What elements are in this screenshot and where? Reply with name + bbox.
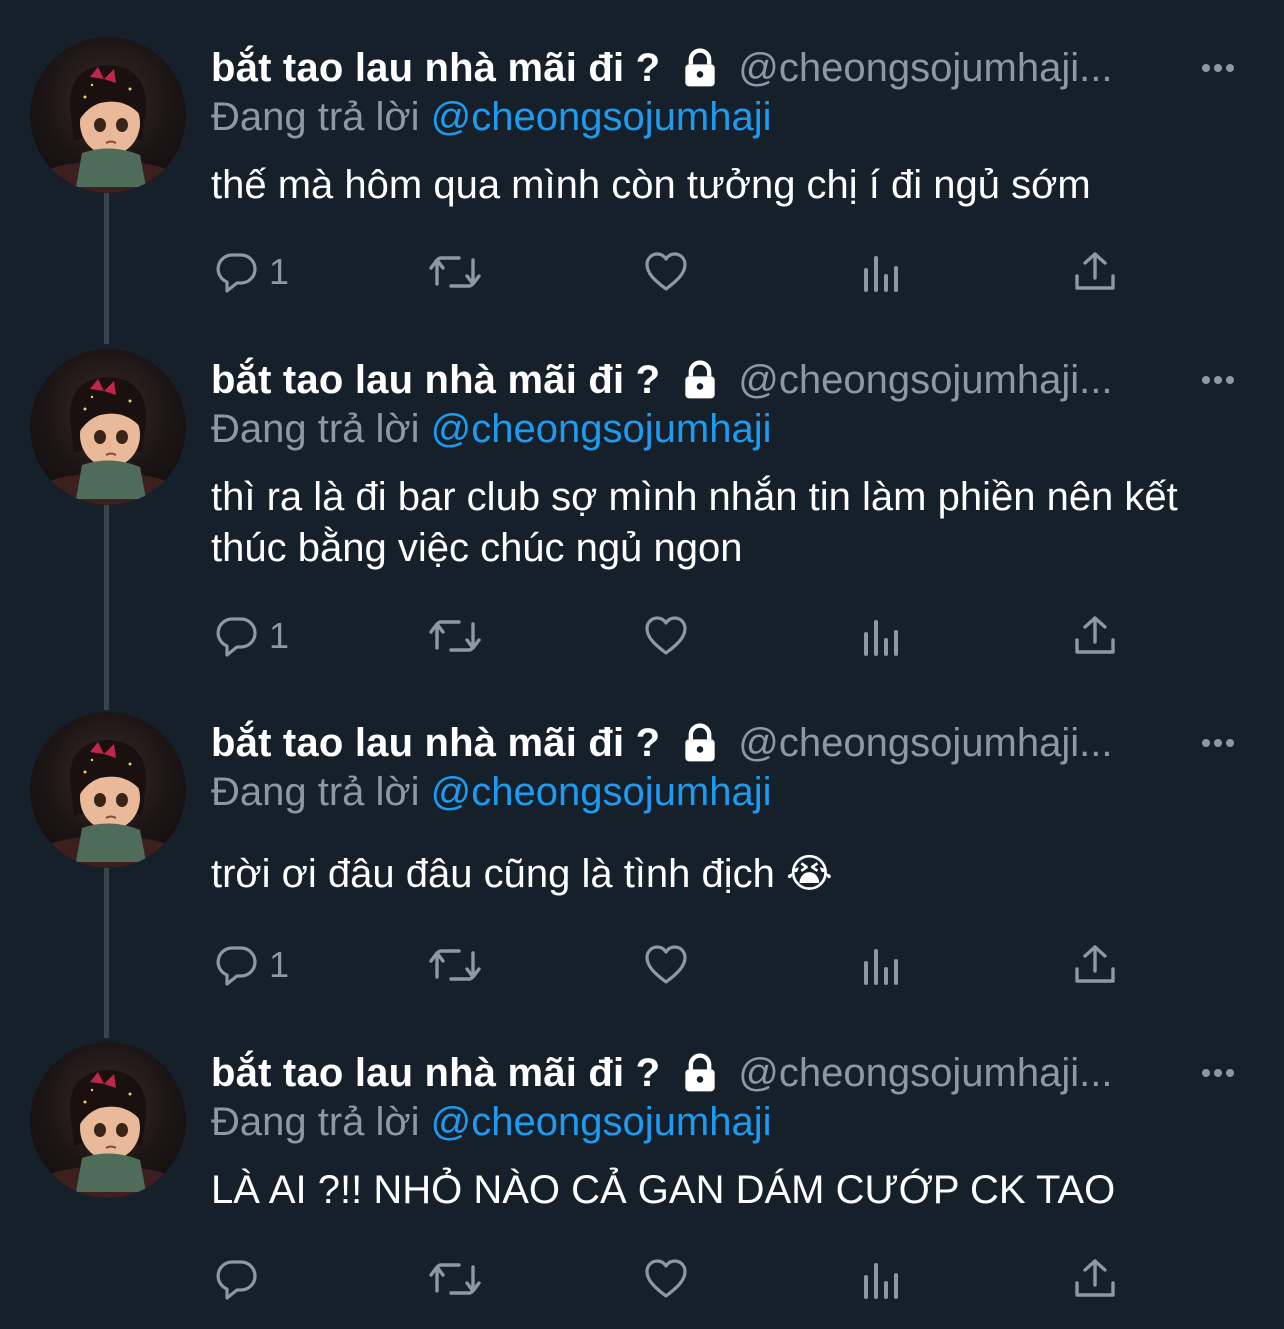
more-dots-icon[interactable] bbox=[1198, 48, 1238, 88]
share-button[interactable] bbox=[1071, 937, 1119, 993]
tweet-text: trời ơi đâu đâu cũng là tình địch 😭 bbox=[211, 852, 833, 896]
reply-count: 1 bbox=[269, 615, 290, 656]
replying-prefix: Đang trả lời bbox=[211, 1100, 420, 1144]
mention-link[interactable]: @cheongsojumhaji bbox=[431, 95, 772, 139]
share-button[interactable] bbox=[1071, 1251, 1119, 1307]
heart-icon bbox=[645, 1259, 687, 1298]
tweet[interactable]: bắt tao lau nhà mãi đi ? @cheongsojumhaj… bbox=[0, 0, 1284, 330]
replying-to: Đang trả lời @cheongsojumhaji bbox=[211, 770, 771, 815]
retweet-icon bbox=[429, 256, 481, 288]
display-name[interactable]: bắt tao lau nhà mãi đi ? bbox=[211, 46, 660, 91]
lock-icon bbox=[685, 1053, 715, 1092]
replying-prefix: Đang trả lời bbox=[211, 770, 420, 814]
share-button[interactable] bbox=[1071, 608, 1119, 664]
bar-chart-icon bbox=[864, 620, 898, 656]
action-bar bbox=[0, 1251, 1284, 1307]
share-upload-icon bbox=[1075, 1259, 1115, 1297]
tweet[interactable]: bắt tao lau nhà mãi đi ? @cheongsojumhaj… bbox=[0, 312, 1284, 692]
heart-icon bbox=[645, 252, 687, 291]
reply-button[interactable] bbox=[213, 1251, 269, 1307]
more-dots-icon[interactable] bbox=[1198, 1053, 1238, 1093]
replying-to: Đang trả lời @cheongsojumhaji bbox=[211, 407, 771, 452]
bar-chart-icon bbox=[864, 949, 898, 985]
user-handle[interactable]: @cheongsojumhaji... bbox=[738, 721, 1112, 766]
avatar-image bbox=[38, 740, 178, 868]
tweet-header: bắt tao lau nhà mãi đi ? @cheongsojumhaj… bbox=[211, 352, 1264, 408]
replying-to: Đang trả lời @cheongsojumhaji bbox=[211, 1100, 771, 1145]
lock-icon bbox=[685, 723, 715, 762]
avatar[interactable] bbox=[30, 712, 186, 868]
tweet[interactable]: bắt tao lau nhà mãi đi ? @cheongsojumhaj… bbox=[0, 1005, 1284, 1329]
more-dots-icon[interactable] bbox=[1198, 360, 1238, 400]
views-button[interactable] bbox=[858, 1251, 906, 1307]
reply-button[interactable]: 1 bbox=[213, 608, 289, 664]
retweet-button[interactable] bbox=[427, 937, 483, 993]
mention-link[interactable]: @cheongsojumhaji bbox=[431, 770, 772, 814]
retweet-button[interactable] bbox=[427, 1251, 483, 1307]
bar-chart-icon bbox=[864, 256, 898, 292]
retweet-button[interactable] bbox=[427, 608, 483, 664]
avatar[interactable] bbox=[30, 37, 186, 193]
replying-prefix: Đang trả lời bbox=[211, 407, 420, 451]
reply-button[interactable]: 1 bbox=[213, 244, 289, 300]
reply-bubble-icon bbox=[216, 253, 257, 293]
mention-link[interactable]: @cheongsojumhaji bbox=[431, 1100, 772, 1144]
tweet-header: bắt tao lau nhà mãi đi ? @cheongsojumhaj… bbox=[211, 1045, 1264, 1101]
action-bar: 1 bbox=[0, 608, 1284, 664]
reply-button[interactable]: 1 bbox=[213, 937, 289, 993]
tweet[interactable]: bắt tao lau nhà mãi đi ? @cheongsojumhaj… bbox=[0, 675, 1284, 1015]
replying-prefix: Đang trả lời bbox=[211, 95, 420, 139]
tweet-header: bắt tao lau nhà mãi đi ? @cheongsojumhaj… bbox=[211, 715, 1264, 771]
tweet-header: bắt tao lau nhà mãi đi ? @cheongsojumhaj… bbox=[211, 40, 1264, 96]
retweet-button[interactable] bbox=[427, 244, 483, 300]
avatar-image bbox=[38, 1070, 178, 1198]
retweet-icon bbox=[429, 949, 481, 981]
action-bar: 1 bbox=[0, 937, 1284, 993]
action-bar: 1 bbox=[0, 244, 1284, 300]
share-upload-icon bbox=[1075, 945, 1115, 983]
reply-bubble-icon bbox=[216, 1260, 257, 1300]
views-button[interactable] bbox=[858, 244, 906, 300]
avatar[interactable] bbox=[30, 349, 186, 505]
tweet-text: thế mà hôm qua mình còn tưởng chị í đi n… bbox=[211, 163, 1091, 207]
views-button[interactable] bbox=[858, 608, 906, 664]
replying-to: Đang trả lời @cheongsojumhaji bbox=[211, 95, 771, 140]
heart-icon bbox=[645, 616, 687, 655]
like-button[interactable] bbox=[642, 937, 690, 993]
display-name[interactable]: bắt tao lau nhà mãi đi ? bbox=[211, 721, 660, 766]
tweet-text: LÀ AI ?!! NHỎ NÀO CẢ GAN DÁM CƯỚP CK TAO bbox=[211, 1168, 1116, 1212]
avatar-image bbox=[38, 65, 178, 193]
like-button[interactable] bbox=[642, 1251, 690, 1307]
user-handle[interactable]: @cheongsojumhaji... bbox=[738, 1051, 1112, 1096]
reply-bubble-icon bbox=[216, 617, 257, 657]
like-button[interactable] bbox=[642, 244, 690, 300]
lock-icon bbox=[685, 48, 715, 87]
reply-count: 1 bbox=[269, 944, 290, 985]
views-button[interactable] bbox=[858, 937, 906, 993]
user-handle[interactable]: @cheongsojumhaji... bbox=[738, 358, 1112, 403]
share-upload-icon bbox=[1075, 616, 1115, 654]
reply-thread: bắt tao lau nhà mãi đi ? @cheongsojumhaj… bbox=[0, 0, 1284, 1329]
tweet-text: thì ra là đi bar club sợ mình nhắn tin l… bbox=[211, 475, 1178, 570]
bar-chart-icon bbox=[864, 1263, 898, 1299]
reply-count: 1 bbox=[269, 251, 290, 292]
display-name[interactable]: bắt tao lau nhà mãi đi ? bbox=[211, 1051, 660, 1096]
reply-bubble-icon bbox=[216, 946, 257, 986]
avatar-image bbox=[38, 377, 178, 505]
share-upload-icon bbox=[1075, 252, 1115, 290]
avatar[interactable] bbox=[30, 1042, 186, 1198]
heart-icon bbox=[645, 945, 687, 984]
retweet-icon bbox=[429, 620, 481, 652]
display-name[interactable]: bắt tao lau nhà mãi đi ? bbox=[211, 358, 660, 403]
lock-icon bbox=[685, 360, 715, 399]
more-dots-icon[interactable] bbox=[1198, 723, 1238, 763]
retweet-icon bbox=[429, 1263, 481, 1295]
mention-link[interactable]: @cheongsojumhaji bbox=[431, 407, 772, 451]
user-handle[interactable]: @cheongsojumhaji... bbox=[738, 46, 1112, 91]
share-button[interactable] bbox=[1071, 244, 1119, 300]
like-button[interactable] bbox=[642, 608, 690, 664]
